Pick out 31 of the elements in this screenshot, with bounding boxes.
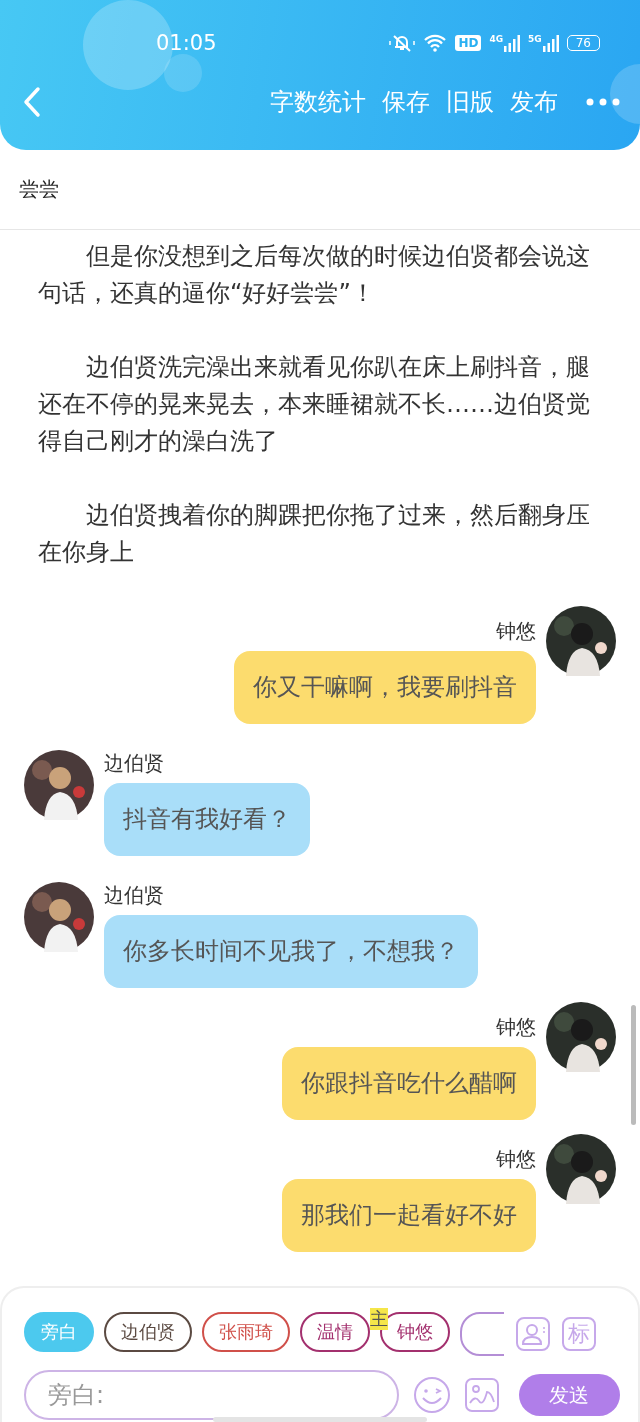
network-label: 4G <box>489 34 504 44</box>
hd-label: HD <box>455 35 482 51</box>
toolbar-action[interactable]: 保存 <box>382 86 430 118</box>
message-bubble: 你又干嘛啊，我要刷抖音 <box>234 651 536 724</box>
toolbar-action[interactable]: 发布 <box>510 86 558 118</box>
main-badge: 主 <box>370 1308 388 1330</box>
document-title: 尝尝 <box>0 150 640 230</box>
sender-name: 钟悠 <box>496 618 536 645</box>
toolbar-action[interactable]: 字数统计 <box>270 86 366 118</box>
toolbar-action[interactable]: 旧版 <box>446 86 494 118</box>
message-bubble: 你跟抖音吃什么醋啊 <box>282 1047 536 1120</box>
story-paragraph: 边伯贤拽着你的脚踝把你拖了过来，然后翻身压在你身上 <box>38 500 591 568</box>
story-paragraph: 边伯贤洗完澡出来就看见你趴在床上刷抖音，腿还在不停的晃来晃去，本来睡裙就不长……边伯贤觉得自己刚才的澡白洗了 <box>38 352 591 457</box>
sender-name: 钟悠 <box>496 1146 536 1173</box>
mark-button[interactable]: 标 <box>562 1317 596 1351</box>
message-bubble: 你多长时间不见我了，不想我？ <box>104 915 478 988</box>
message-bubble: 抖音有我好看？ <box>104 783 310 856</box>
message-input[interactable]: 旁白: <box>24 1370 399 1420</box>
story-paragraph: 但是你没想到之后每次做的时候边伯贤都会说这句话，还真的逼你“好好尝尝”！ <box>38 241 591 309</box>
sender-name: 钟悠 <box>496 1014 536 1041</box>
message-bubble: 那我们一起看好不好 <box>282 1179 536 1252</box>
role-chip[interactable]: 边伯贤 <box>104 1312 192 1352</box>
role-chip[interactable]: 旁白 <box>24 1312 94 1352</box>
battery-indicator: 76 <box>566 35 600 51</box>
sender-name: 边伯贤 <box>104 882 164 909</box>
role-chip[interactable]: 温情 <box>300 1312 370 1352</box>
send-button[interactable]: 发送 <box>518 1374 620 1416</box>
sender-name: 边伯贤 <box>104 750 164 777</box>
network-label: 5G <box>528 34 542 44</box>
role-chip[interactable]: 张雨琦 <box>202 1312 290 1352</box>
clock: 01:05 <box>156 31 217 55</box>
